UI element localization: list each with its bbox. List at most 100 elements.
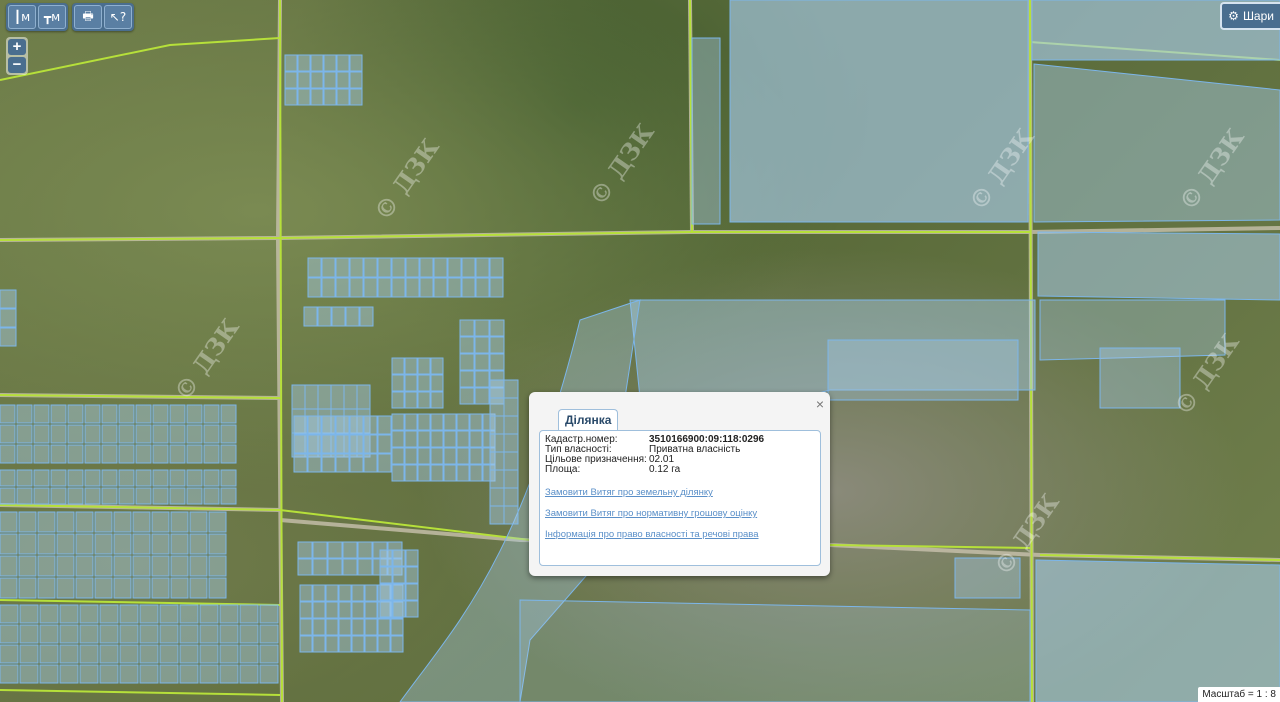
parcel: [379, 566, 393, 584]
parcel: [327, 558, 343, 576]
parcel: [459, 336, 475, 354]
zoom-control: + −: [6, 37, 28, 75]
parcel: [503, 397, 519, 417]
order-valuation-link[interactable]: Замовити Витяг про нормативну грошову оц…: [545, 508, 757, 519]
parcel: [317, 306, 332, 327]
parcel: [18, 533, 37, 555]
parcel: [459, 370, 475, 388]
info-cursor-icon[interactable]: ↖?: [104, 5, 132, 29]
parcel: [135, 487, 152, 505]
parcel: [0, 555, 18, 577]
parcel: [430, 464, 444, 482]
ruler-area-icon[interactable]: ┳м: [38, 5, 66, 29]
parcel: [310, 71, 324, 89]
parcel: [99, 664, 119, 684]
parcel: [132, 511, 151, 533]
parcel: [132, 533, 151, 555]
parcel: [151, 511, 170, 533]
parcel: [56, 533, 75, 555]
parcel: [342, 541, 358, 559]
parcel: [391, 391, 405, 409]
parcel: [307, 257, 322, 278]
parcel: [475, 257, 490, 278]
parcel: [0, 624, 19, 644]
parcel: [0, 487, 16, 505]
parcel: [169, 469, 186, 487]
print-icon[interactable]: 🖶: [74, 5, 102, 29]
parcel: [433, 257, 448, 278]
parcel: [303, 306, 318, 327]
parcel: [239, 644, 259, 664]
parcel: [405, 600, 419, 618]
parcel: [0, 664, 19, 684]
layers-button[interactable]: ⚙ Шари: [1220, 2, 1280, 30]
parcel: [430, 447, 444, 465]
parcel: [220, 404, 237, 424]
parcel: [379, 583, 393, 601]
parcel: [417, 464, 431, 482]
parcel: [84, 469, 101, 487]
parcel: [299, 601, 313, 619]
parcel: [310, 54, 324, 72]
parcel: [489, 319, 505, 337]
parcel: [159, 624, 179, 644]
parcel: [56, 577, 75, 599]
close-icon[interactable]: ×: [816, 396, 824, 412]
parcel: [259, 604, 279, 624]
parcel: [208, 511, 227, 533]
parcel: [0, 327, 17, 347]
parcel: [50, 444, 67, 464]
parcel-attributes: Кадастр.номер: 3510166900:09:118:0296 Ти…: [545, 435, 764, 475]
parcel: [170, 577, 189, 599]
parcel: [430, 357, 444, 375]
parcel: [297, 541, 313, 559]
parcel: [391, 257, 406, 278]
parcel: [39, 624, 59, 644]
parcel: [299, 635, 313, 653]
order-extract-link[interactable]: Замовити Витяг про земельну ділянку: [545, 487, 713, 498]
parcel: [79, 664, 99, 684]
parcel: [391, 374, 405, 392]
ownership-info-link[interactable]: Інформація про право власності та речові…: [545, 529, 759, 540]
tab-parcel[interactable]: Ділянка: [558, 409, 619, 431]
parcel: [291, 384, 306, 410]
large-parcels: [399, 0, 1280, 702]
parcel: [50, 469, 67, 487]
parcel: [208, 577, 227, 599]
parcel: [489, 353, 505, 371]
zoom-in-button[interactable]: +: [8, 39, 26, 55]
parcel: [99, 624, 119, 644]
parcel: [94, 577, 113, 599]
parcel: [293, 415, 308, 435]
parcel: [503, 469, 519, 489]
parcel: [391, 464, 405, 482]
parcel: [113, 511, 132, 533]
satellite-map[interactable]: © ДЗК © ДЗК © ДЗК © ДЗК © ДЗК © ДЗК © ДЗ…: [0, 0, 1280, 702]
parcel: [335, 277, 350, 298]
parcel: [489, 415, 505, 435]
parcel: [321, 415, 336, 435]
parcel: [459, 353, 475, 371]
parcel: [447, 257, 462, 278]
parcel: [186, 444, 203, 464]
parcel: [19, 624, 39, 644]
parcel: [310, 88, 324, 106]
parcel: [0, 577, 18, 599]
parcel: [417, 374, 431, 392]
parcel: [33, 444, 50, 464]
parcel: [503, 451, 519, 471]
ruler-line-icon[interactable]: ┃м: [8, 5, 36, 29]
parcel: [132, 555, 151, 577]
parcel: [307, 434, 322, 454]
parcel: [330, 384, 345, 410]
parcel: [56, 555, 75, 577]
parcel: [37, 555, 56, 577]
zoom-out-button[interactable]: −: [8, 57, 26, 73]
parcel: [430, 391, 444, 409]
parcel: [489, 487, 505, 507]
parcel: [132, 577, 151, 599]
parcel: [379, 600, 393, 618]
parcel: [335, 415, 350, 435]
parcel: [189, 533, 208, 555]
parcel: [503, 505, 519, 525]
